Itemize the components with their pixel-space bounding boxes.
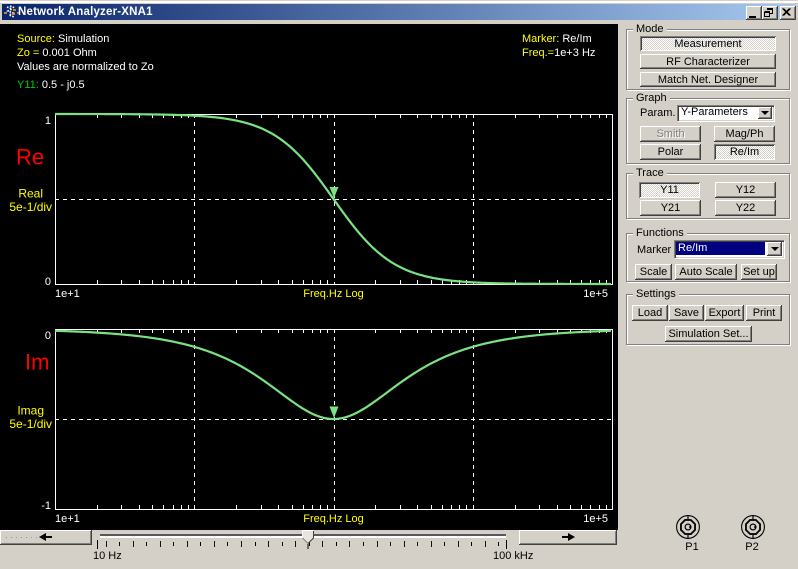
svg-text:1e+1: 1e+1 (55, 513, 80, 525)
svg-text:0: 0 (45, 276, 51, 288)
svg-text:5e-1/div: 5e-1/div (9, 417, 52, 431)
svg-text:Real: Real (18, 187, 43, 201)
svg-text:Source: Simulation: Source: Simulation (17, 33, 109, 45)
svg-text:1: 1 (45, 115, 51, 127)
svg-text:1e+5: 1e+5 (583, 513, 608, 525)
svg-text:5e-1/div: 5e-1/div (9, 200, 52, 214)
svg-text:Freq.Hz Log: Freq.Hz Log (303, 513, 364, 525)
svg-text:Y11: 0.5 - j0.5: Y11: 0.5 - j0.5 (17, 79, 85, 91)
svg-text:Zo = 0.001 Ohm: Zo = 0.001 Ohm (17, 47, 97, 59)
svg-text:Values are normalized to Zo: Values are normalized to Zo (17, 61, 154, 73)
svg-text:Imag: Imag (17, 404, 44, 418)
svg-text:Re: Re (16, 145, 44, 170)
svg-text:1e+5: 1e+5 (583, 288, 608, 300)
svg-text:-1: -1 (41, 500, 51, 512)
svg-text:Marker: Re/Im: Marker: Re/Im (522, 33, 592, 45)
svg-text:1e+1: 1e+1 (55, 288, 80, 300)
svg-text:Freq.=1e+3 Hz: Freq.=1e+3 Hz (522, 47, 595, 59)
svg-text:Freq.Hz Log: Freq.Hz Log (303, 288, 364, 300)
svg-text:0: 0 (45, 330, 51, 342)
svg-text:Im: Im (25, 350, 49, 375)
